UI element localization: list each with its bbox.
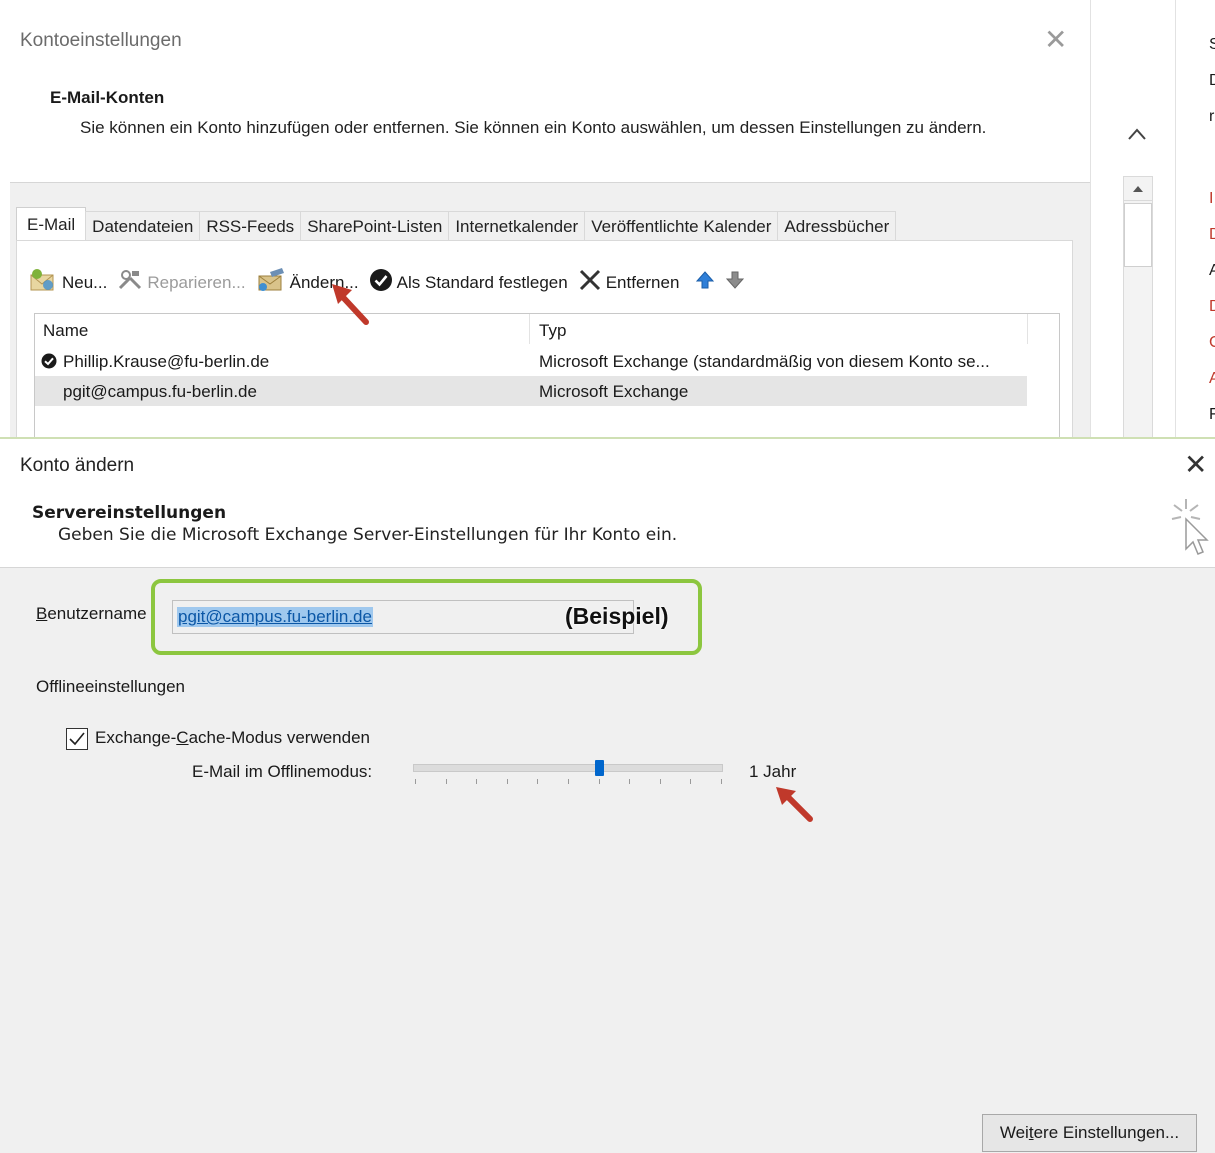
repair-button[interactable]: Reparieren... xyxy=(117,269,246,296)
scrollbar-thumb[interactable] xyxy=(1124,203,1152,267)
background-window: S D r I D A D C A F xyxy=(1090,0,1215,440)
offline-period-slider[interactable] xyxy=(413,759,725,789)
offline-settings-heading: Offlineeinstellungen xyxy=(36,677,186,696)
list-header: Name Typ xyxy=(35,314,1059,344)
tab-rss-feeds[interactable]: RSS-Feeds xyxy=(199,211,302,241)
account-settings-body: E-Mail Datendateien RSS-Feeds SharePoint… xyxy=(10,182,1090,440)
section-description: Geben Sie die Microsoft Exchange Server-… xyxy=(58,525,678,545)
annotation-arrow xyxy=(776,787,813,822)
tab-data-files[interactable]: Datendateien xyxy=(85,211,201,241)
new-button[interactable]: Neu... xyxy=(28,267,107,298)
move-down-button[interactable] xyxy=(725,270,745,295)
dialog-title: Kontoeinstellungen xyxy=(20,30,182,51)
new-label: Neu... xyxy=(62,272,108,292)
account-settings-dialog: Kontoeinstellungen ✕ E-Mail-Konten Sie k… xyxy=(0,0,1090,440)
scroll-up-arrow-icon[interactable] xyxy=(1124,177,1152,201)
slider-tick xyxy=(476,779,477,784)
clipped-text: D xyxy=(1209,298,1215,315)
annotation-arrow xyxy=(332,284,369,325)
account-list: Name Typ Phillip.Krause@fu-berlin.de Mic… xyxy=(34,313,1060,440)
slider-tick xyxy=(599,779,600,784)
cache-mode-label[interactable]: Exchange-Cache-Modus verwenden xyxy=(95,728,370,748)
dialog-title: Konto ändern xyxy=(20,455,135,476)
tab-address-books[interactable]: Adressbücher xyxy=(777,211,897,241)
cache-mode-checkbox[interactable] xyxy=(66,728,88,750)
slider-tick xyxy=(568,779,569,784)
remove-x-icon xyxy=(578,268,602,297)
clipped-text: A xyxy=(1209,262,1215,279)
section-description: Sie können ein Konto hinzufügen oder ent… xyxy=(80,118,987,137)
clipped-text: C xyxy=(1209,334,1215,351)
slider-tick xyxy=(690,779,691,784)
more-settings-button[interactable]: Wei t ere Einstellungen... xyxy=(982,1114,1197,1152)
scrollbar[interactable] xyxy=(1123,176,1153,440)
slider-tick xyxy=(537,779,538,784)
clipped-text: A xyxy=(1209,370,1215,387)
move-up-button[interactable] xyxy=(695,270,715,295)
arrow-down-icon xyxy=(725,270,745,295)
account-name: pgit@campus.fu-berlin.de xyxy=(63,382,257,401)
slider-tick xyxy=(446,779,447,784)
change-account-icon xyxy=(256,267,286,298)
section-heading: E-Mail-Konten xyxy=(50,88,165,107)
arrow-up-icon xyxy=(695,270,715,295)
column-header-type[interactable]: Typ xyxy=(539,321,566,341)
default-check-icon xyxy=(41,353,57,374)
slider-track[interactable] xyxy=(413,764,723,772)
change-account-dialog: Konto ändern ✕ Servereinstellungen Geben… xyxy=(0,437,1215,1153)
account-name: Phillip.Krause@fu-berlin.de xyxy=(63,352,270,371)
clipped-text: F xyxy=(1209,406,1215,423)
offline-mail-label: E-Mail im Offlinemodus: xyxy=(192,762,373,781)
slider-tick xyxy=(507,779,508,784)
clipped-text: D xyxy=(1209,226,1215,243)
highlight-box xyxy=(151,579,702,655)
slider-tick xyxy=(415,779,416,784)
account-toolbar: Neu... Reparieren... Ändern... Als Stand… xyxy=(28,267,755,298)
username-label: Benutzername xyxy=(36,604,147,623)
remove-label: Entfernen xyxy=(605,272,680,292)
clipped-text: D xyxy=(1209,72,1215,89)
slider-thumb[interactable] xyxy=(595,760,604,776)
dialog-header: Konto ändern ✕ Servereinstellungen Geben… xyxy=(0,439,1215,568)
slider-tick xyxy=(721,779,722,784)
remove-button[interactable]: Entfernen xyxy=(578,268,680,297)
tab-published-calendars[interactable]: Veröffentlichte Kalender xyxy=(584,211,779,241)
tab-internet-calendars[interactable]: Internetkalender xyxy=(448,211,586,241)
slider-value: 1 Jahr xyxy=(749,762,797,781)
account-type: Microsoft Exchange (standardmäßig von di… xyxy=(539,352,990,371)
checkmark-icon xyxy=(69,732,85,746)
tab-strip: E-Mail Datendateien RSS-Feeds SharePoint… xyxy=(16,207,897,241)
account-type: Microsoft Exchange xyxy=(539,382,689,401)
table-row[interactable]: pgit@campus.fu-berlin.de Microsoft Excha… xyxy=(35,376,1027,406)
new-account-icon xyxy=(28,267,58,298)
close-icon[interactable]: ✕ xyxy=(1184,451,1207,479)
set-default-label: Als Standard festlegen xyxy=(396,272,568,292)
section-heading: Servereinstellungen xyxy=(32,503,227,523)
table-row[interactable]: Phillip.Krause@fu-berlin.de Microsoft Ex… xyxy=(35,346,1027,376)
chevron-up-icon[interactable] xyxy=(1127,124,1147,147)
tools-icon xyxy=(117,269,143,296)
clipped-text: I xyxy=(1209,190,1214,207)
column-separator[interactable] xyxy=(1027,314,1028,344)
cursor-icon xyxy=(1170,497,1212,562)
slider-tick xyxy=(629,779,630,784)
clipped-text: S xyxy=(1209,36,1215,53)
clipped-text: r xyxy=(1209,108,1215,125)
column-header-name[interactable]: Name xyxy=(43,321,88,341)
column-separator[interactable] xyxy=(529,314,530,344)
repair-label: Reparieren... xyxy=(147,272,246,292)
set-default-button[interactable]: Als Standard festlegen xyxy=(369,268,568,297)
tab-email[interactable]: E-Mail xyxy=(16,207,87,241)
slider-tick xyxy=(660,779,661,784)
close-icon[interactable]: ✕ xyxy=(1044,26,1067,54)
tab-sharepoint-lists[interactable]: SharePoint-Listen xyxy=(300,211,450,241)
